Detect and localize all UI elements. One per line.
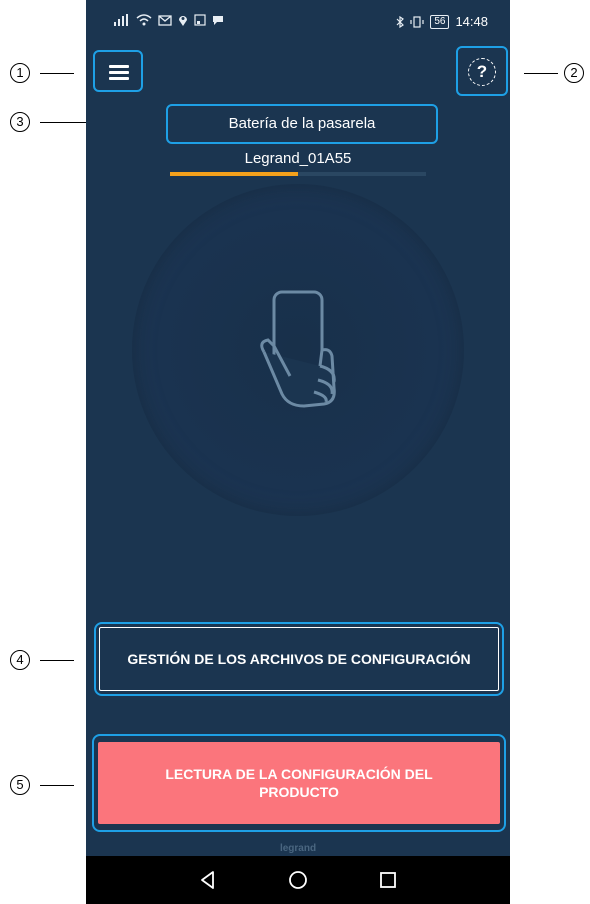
gateway-battery-label[interactable]: Batería de la pasarela (166, 104, 438, 144)
callout-line-5 (40, 785, 74, 786)
help-button[interactable]: ? (456, 46, 508, 96)
battery-indicator: 56 (430, 14, 450, 29)
wifi-icon (136, 14, 152, 26)
read-config-button[interactable]: LECTURA DE LA CONFIGURACIÓN DEL PRODUCTO (98, 742, 500, 824)
status-icons-left (114, 14, 224, 26)
android-navbar (86, 856, 510, 904)
callout-line-2 (524, 73, 558, 74)
location-icon (179, 16, 187, 26)
read-config-button-frame: LECTURA DE LA CONFIGURACIÓN DEL PRODUCTO (92, 734, 506, 832)
phone-in-hand-icon (260, 290, 336, 408)
callout-3: 3 (10, 112, 30, 132)
chat-icon (213, 16, 223, 25)
status-time: 14:48 (455, 14, 488, 29)
brand-logo: legrand (279, 843, 317, 854)
callout-line-4 (40, 660, 74, 661)
callout-2: 2 (564, 63, 584, 83)
question-icon: ? (468, 58, 496, 86)
phone-screen: 56 14:48 ? Batería de la pasarela Legran… (86, 0, 510, 904)
home-icon[interactable] (286, 868, 310, 892)
cast-icon (194, 14, 206, 26)
battery-progress-bar (170, 172, 426, 176)
config-files-button[interactable]: GESTIÓN DE LOS ARCHIVOS DE CONFIGURACIÓN (99, 627, 499, 691)
callout-1: 1 (10, 63, 30, 83)
signal-icon (114, 14, 128, 26)
config-files-button-frame: GESTIÓN DE LOS ARCHIVOS DE CONFIGURACIÓN (94, 622, 504, 696)
recents-icon[interactable] (376, 868, 400, 892)
mail-icon (158, 15, 172, 26)
battery-progress-fill (170, 172, 298, 176)
vibrate-icon (410, 15, 424, 28)
menu-button[interactable] (93, 50, 143, 92)
status-bar: 56 14:48 (86, 0, 510, 42)
bluetooth-icon (396, 15, 405, 28)
callout-5: 5 (10, 775, 30, 795)
callout-line-1 (40, 73, 74, 74)
nfc-scan-area (132, 184, 464, 516)
back-icon[interactable] (196, 868, 220, 892)
gateway-name: Legrand_01A55 (244, 150, 352, 167)
callout-4: 4 (10, 650, 30, 670)
status-icons-right: 56 14:48 (396, 14, 488, 29)
